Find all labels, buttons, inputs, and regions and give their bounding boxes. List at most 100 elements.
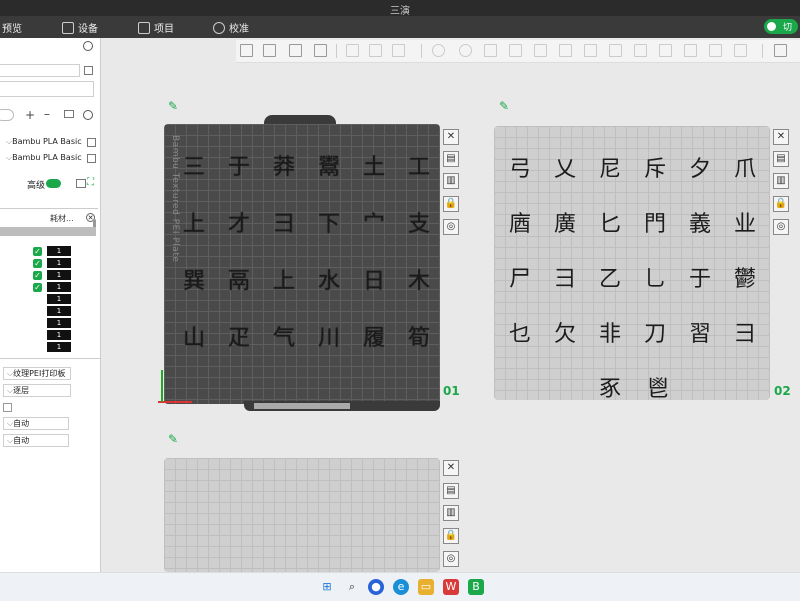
plate-model-glyph[interactable]: 豖: [596, 376, 624, 400]
split-view-icon[interactable]: ⛶: [87, 177, 94, 188]
visible-checkbox[interactable]: ✓: [33, 283, 42, 292]
plate-model-glyph[interactable]: 下: [315, 211, 343, 239]
advanced-toggle[interactable]: [46, 179, 61, 188]
view-settings-icon[interactable]: [774, 44, 787, 57]
table-filament-cell[interactable]: 1: [47, 306, 71, 316]
list-view-icon[interactable]: [76, 179, 86, 188]
table-row-selected[interactable]: [0, 227, 96, 236]
plate-model-glyph[interactable]: 非: [596, 321, 624, 349]
tab-calibrate[interactable]: 校准: [213, 20, 249, 35]
plate-model-glyph[interactable]: 巽: [180, 268, 208, 296]
assembly-icon[interactable]: [709, 44, 722, 57]
table-filament-cell[interactable]: 1: [47, 258, 71, 268]
plate-model-glyph[interactable]: 疋: [225, 325, 253, 353]
windows-start-icon[interactable]: ⊞: [319, 579, 335, 595]
plate-model-glyph[interactable]: 工: [405, 154, 433, 182]
edit-plate-3-icon[interactable]: ✎: [168, 432, 178, 446]
plate-model-glyph[interactable]: 于: [686, 266, 714, 294]
plate-model-glyph[interactable]: 莽: [270, 154, 298, 182]
edit-filament-2-icon[interactable]: [87, 154, 96, 163]
plate-3-settings-icon[interactable]: ◎: [443, 551, 459, 567]
plate-model-glyph[interactable]: 夕: [686, 156, 714, 184]
visible-checkbox[interactable]: ✓: [33, 247, 42, 256]
table-filament-cell[interactable]: 1: [47, 294, 71, 304]
auto-orient-icon[interactable]: [289, 44, 302, 57]
table-filament-cell[interactable]: 1: [47, 282, 71, 292]
layers-icon[interactable]: [392, 44, 405, 57]
edit-printer-icon[interactable]: [84, 66, 93, 75]
add-cube-icon[interactable]: [240, 44, 253, 57]
seam-paint-icon[interactable]: [609, 44, 622, 57]
plate-model-glyph[interactable]: 斥: [641, 156, 669, 184]
plate-1-lock-icon[interactable]: 🔒: [443, 196, 459, 212]
plate-2-arrange-icon[interactable]: ▤: [773, 151, 789, 167]
move-icon[interactable]: [432, 44, 445, 57]
tab-project[interactable]: 项目: [138, 20, 174, 35]
auto-select-1[interactable]: ⌵自动: [3, 417, 69, 430]
plate-model-glyph[interactable]: 鬲: [225, 268, 253, 296]
print-sequence-select[interactable]: ⌵逐层: [3, 384, 71, 397]
plate-3[interactable]: [164, 458, 440, 572]
plate-model-glyph[interactable]: 庮: [506, 211, 534, 239]
filament-settings-gear-icon[interactable]: [83, 110, 93, 120]
plate-type-select[interactable]: ⌵纹理PEI打印板: [3, 367, 71, 380]
plate-model-glyph[interactable]: 弓: [506, 156, 534, 184]
add-filament-icon[interactable]: +: [25, 108, 35, 122]
plate-model-glyph[interactable]: 鬱: [731, 266, 759, 294]
paste-icon[interactable]: [369, 44, 382, 57]
plate-model-glyph[interactable]: 水: [315, 268, 343, 296]
filament-preset-1[interactable]: ⌵Bambu PLA Basic: [3, 136, 83, 149]
plate-2-orient-icon[interactable]: ▥: [773, 173, 789, 189]
grid-icon[interactable]: [263, 44, 276, 57]
plate-model-glyph[interactable]: 乜: [506, 321, 534, 349]
plate-model-glyph[interactable]: 彐: [270, 211, 298, 239]
plate-model-glyph[interactable]: 彐: [551, 266, 579, 294]
support-paint-icon[interactable]: [584, 44, 597, 57]
bambu-studio-icon[interactable]: B: [468, 579, 484, 595]
plate-model-glyph[interactable]: 于: [225, 154, 253, 182]
plate-model-glyph[interactable]: 上: [180, 211, 208, 239]
measure-icon[interactable]: [684, 44, 697, 57]
table-filament-cell[interactable]: 1: [47, 330, 71, 340]
sync-filament-icon[interactable]: [64, 110, 74, 118]
plate-1-settings-icon[interactable]: ◎: [443, 219, 459, 235]
plate-model-glyph[interactable]: 才: [225, 211, 253, 239]
plate-2[interactable]: 弓乂尼斥夕爪庮廣匕門義业尸彐乙乚于鬱乜欠非刀習彐豖鬯: [494, 126, 770, 400]
plate-model-glyph[interactable]: 气: [270, 325, 298, 353]
plate-model-glyph[interactable]: 乂: [551, 156, 579, 184]
plate-3-orient-icon[interactable]: ▥: [443, 505, 459, 521]
plate-model-glyph[interactable]: 欠: [551, 321, 579, 349]
filament-preset-2[interactable]: ⌵Bambu PLA Basic: [3, 152, 83, 165]
plate-model-glyph[interactable]: 匕: [596, 211, 624, 239]
plate-model-glyph[interactable]: 爪: [731, 156, 759, 184]
plate-2-close-icon[interactable]: ✕: [773, 129, 789, 145]
plate-2-settings-icon[interactable]: ◎: [773, 219, 789, 235]
plate-model-glyph[interactable]: 習: [686, 321, 714, 349]
arrange-icon[interactable]: [314, 44, 327, 57]
plate-model-glyph[interactable]: 日: [360, 268, 388, 296]
search-icon[interactable]: ⌕: [344, 579, 360, 595]
printer-detail-box[interactable]: [0, 81, 94, 97]
plate-3-arrange-icon[interactable]: ▤: [443, 483, 459, 499]
boolean-icon[interactable]: [559, 44, 572, 57]
plate-model-glyph[interactable]: 山: [180, 325, 208, 353]
printer-select[interactable]: [0, 64, 80, 77]
plate-model-glyph[interactable]: 木: [405, 268, 433, 296]
plate-model-glyph[interactable]: 履: [360, 325, 388, 353]
plate-model-glyph[interactable]: 三: [180, 154, 208, 182]
visible-checkbox[interactable]: ✓: [33, 259, 42, 268]
plate-1-close-icon[interactable]: ✕: [443, 129, 459, 145]
plate-model-glyph[interactable]: 上: [270, 268, 298, 296]
plate-model-glyph[interactable]: 義: [686, 211, 714, 239]
option-checkbox[interactable]: [3, 403, 12, 412]
plate-3-lock-icon[interactable]: 🔒: [443, 528, 459, 544]
auto-select-2[interactable]: ⌵自动: [3, 434, 69, 447]
rotate-icon[interactable]: [459, 44, 472, 57]
copy-icon[interactable]: [346, 44, 359, 57]
plate-2-lock-icon[interactable]: 🔒: [773, 196, 789, 212]
plate-model-glyph[interactable]: 尸: [506, 266, 534, 294]
scale-icon[interactable]: [484, 44, 497, 57]
switch-button[interactable]: 切: [764, 19, 798, 34]
plate-1-arrange-icon[interactable]: ▤: [443, 151, 459, 167]
table-filament-cell[interactable]: 1: [47, 270, 71, 280]
